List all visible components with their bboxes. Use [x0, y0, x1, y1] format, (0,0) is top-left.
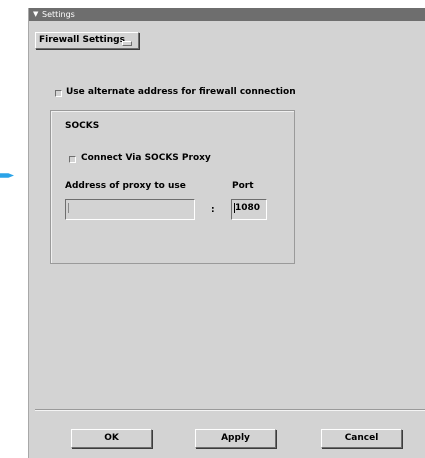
- chevron-down-icon[interactable]: ▼: [33, 8, 38, 21]
- option-menu-indicator-icon: [122, 41, 132, 46]
- cancel-button[interactable]: Cancel: [321, 429, 402, 448]
- dropdown-selected-label: Firewall Settings: [39, 35, 125, 45]
- settings-category-dropdown[interactable]: Firewall Settings: [35, 32, 139, 49]
- proxy-address-label: Address of proxy to use: [65, 181, 186, 191]
- alternate-address-label: Use alternate address for firewall conne…: [66, 87, 296, 97]
- apply-button[interactable]: Apply: [195, 429, 276, 448]
- ok-button[interactable]: OK: [71, 429, 152, 448]
- alternate-address-checkbox[interactable]: [55, 90, 62, 97]
- connect-via-socks-checkbox[interactable]: [69, 156, 76, 163]
- blue-pointer-arrow-icon: [0, 173, 14, 178]
- text-cursor: [68, 203, 69, 213]
- settings-window: ▼ Settings Firewall Settings Use alterna…: [28, 8, 425, 458]
- connect-via-socks-label: Connect Via SOCKS Proxy: [81, 153, 211, 163]
- port-value: 1080: [235, 203, 261, 213]
- port-label: Port: [232, 181, 254, 191]
- title-bar: ▼ Settings: [29, 8, 425, 21]
- address-port-separator: :: [211, 205, 215, 215]
- button-separator: [35, 409, 425, 411]
- screen: ▼ Settings Firewall Settings Use alterna…: [0, 0, 425, 458]
- window-title: Settings: [42, 10, 75, 19]
- proxy-address-input[interactable]: [65, 199, 195, 220]
- socks-group-label: SOCKS: [65, 121, 100, 131]
- port-input[interactable]: 1080: [231, 199, 267, 220]
